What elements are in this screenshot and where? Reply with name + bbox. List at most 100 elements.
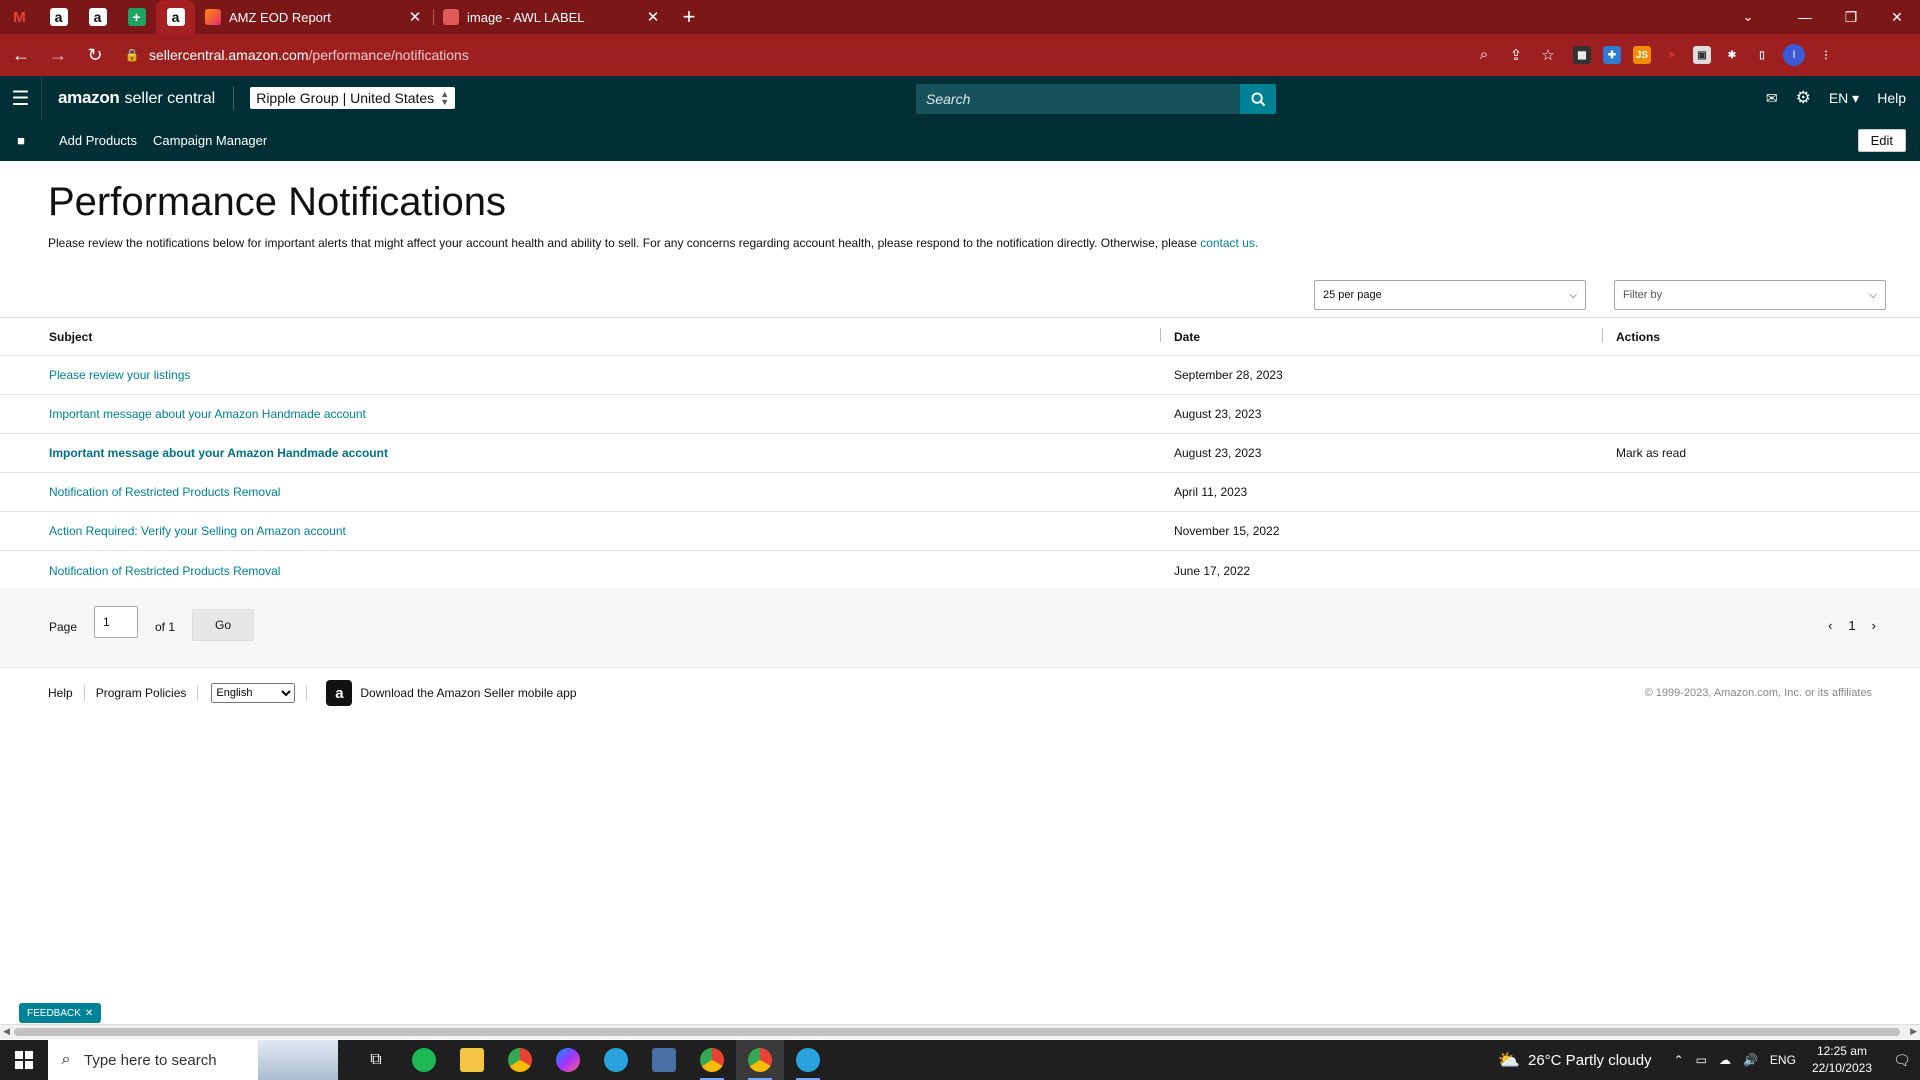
gear-icon[interactable]: ⚙ xyxy=(1796,88,1811,108)
go-button[interactable]: Go xyxy=(192,609,254,641)
zoom-icon[interactable]: ⌕ xyxy=(1475,46,1493,64)
tab-awl-label[interactable]: image - AWL LABEL ✕ xyxy=(433,0,671,34)
onedrive-icon[interactable]: ☁ xyxy=(1719,1053,1731,1067)
kebab-menu-icon[interactable]: ⋮ xyxy=(1817,46,1835,64)
seller-central-header: ☰ amazon seller central Ripple Group | U… xyxy=(0,76,1920,120)
feedback-button[interactable]: FEEDBACK ✕ xyxy=(19,1003,102,1023)
close-icon[interactable]: ✕ xyxy=(645,8,661,26)
task-view-icon[interactable]: ⧉ xyxy=(352,1040,400,1080)
file-explorer-icon[interactable] xyxy=(448,1040,496,1080)
scrollbar-thumb[interactable] xyxy=(14,1028,1900,1036)
new-tab-button[interactable]: + xyxy=(671,4,707,30)
mail-icon[interactable]: ✉ xyxy=(1766,90,1778,107)
bookmark-campaign-manager[interactable]: Campaign Manager xyxy=(153,133,267,148)
pinned-tab-amazon-active[interactable]: a xyxy=(156,0,195,34)
hamburger-menu-icon[interactable]: ☰ xyxy=(0,76,42,120)
weather-widget[interactable]: ⛅ 26°C Partly cloudy xyxy=(1498,1050,1652,1071)
amazon-app-icon[interactable]: a xyxy=(326,680,353,706)
tab-amz-eod-report[interactable]: AMZ EOD Report ✕ xyxy=(195,0,433,34)
restore-icon[interactable]: ❐ xyxy=(1828,0,1874,34)
notification-subject-link[interactable]: Notification of Restricted Products Remo… xyxy=(49,564,280,578)
bookmark-star-icon[interactable]: ☆ xyxy=(1539,46,1557,64)
program-policies-link[interactable]: Program Policies xyxy=(96,686,187,700)
spotify-icon[interactable] xyxy=(400,1040,448,1080)
scroll-right-icon[interactable]: ▶ xyxy=(1910,1026,1917,1037)
chrome-profile-icon[interactable] xyxy=(688,1040,736,1080)
column-header-subject: Subject xyxy=(49,329,93,344)
notification-date: September 28, 2023 xyxy=(1174,368,1283,382)
chevron-up-icon[interactable]: ⌃ xyxy=(1674,1053,1684,1067)
messenger-icon[interactable] xyxy=(544,1040,592,1080)
chrome-active-icon[interactable] xyxy=(736,1040,784,1080)
search-input[interactable] xyxy=(916,84,1240,114)
input-language[interactable]: ENG xyxy=(1770,1053,1796,1067)
contact-us-link[interactable]: contact us. xyxy=(1200,236,1258,250)
notification-subject-link[interactable]: Please review your listings xyxy=(49,368,190,382)
amazon-icon: a xyxy=(49,8,68,26)
close-icon[interactable]: ✕ xyxy=(407,8,423,26)
language-selector[interactable]: EN ▾ xyxy=(1829,90,1859,107)
extension-icon[interactable]: ▣ xyxy=(1693,46,1711,64)
page-number-input[interactable] xyxy=(94,606,138,638)
pinned-tab-amazon-2[interactable]: a xyxy=(78,0,117,34)
google-sheets-icon xyxy=(205,9,221,25)
account-switcher[interactable]: Ripple Group | United States ▲ ▼ xyxy=(250,87,456,109)
extension-icon[interactable]: ▦ xyxy=(1573,46,1591,64)
footer-help-link[interactable]: Help xyxy=(48,686,73,700)
notification-subject-link[interactable]: Important message about your Amazon Hand… xyxy=(49,446,388,460)
seller-central-logo[interactable]: amazon seller central xyxy=(58,88,215,108)
address-bar[interactable]: 🔒 sellercentral.amazon.com/performance/n… xyxy=(123,40,1573,70)
minimize-icon[interactable]: — xyxy=(1782,0,1828,34)
download-app-link[interactable]: Download the Amazon Seller mobile app xyxy=(360,686,576,700)
windows-start-icon[interactable] xyxy=(0,1040,48,1080)
notification-icon[interactable]: 🗨 xyxy=(1884,1052,1920,1069)
filter-dropdown[interactable]: Filter by ⌵ xyxy=(1614,280,1886,310)
extension-icon[interactable]: ✚ xyxy=(1603,46,1621,64)
horizontal-scrollbar[interactable]: ◀ ▶ xyxy=(0,1024,1920,1039)
scroll-left-icon[interactable]: ◀ xyxy=(3,1026,10,1037)
page-label: Page xyxy=(49,620,78,634)
notification-subject-link[interactable]: Important message about your Amazon Hand… xyxy=(49,407,366,421)
back-icon[interactable]: ← xyxy=(5,39,37,71)
pinned-tab-sheets[interactable]: + xyxy=(117,0,156,34)
bookmark-add-products[interactable]: Add Products xyxy=(59,133,137,148)
column-header-actions: Actions xyxy=(1602,327,1920,344)
pinned-tab-gmail[interactable]: M xyxy=(0,0,39,34)
reload-icon[interactable]: ↻ xyxy=(79,39,111,71)
extensions: ▦ ✚ JS ➤ ▣ ✱ ▯ I ⋮ xyxy=(1573,44,1847,66)
search-highlight-image xyxy=(258,1040,338,1080)
profile-avatar[interactable]: I xyxy=(1783,44,1805,66)
clock[interactable]: 12:25 am 22/10/2023 xyxy=(1812,1043,1872,1077)
extension-icon[interactable]: JS xyxy=(1633,46,1651,64)
chevron-right-icon[interactable]: › xyxy=(1872,618,1876,633)
current-page-number[interactable]: 1 xyxy=(1848,618,1855,633)
close-window-icon[interactable]: ✕ xyxy=(1874,0,1920,34)
footer-language-select[interactable]: English xyxy=(211,683,296,703)
forward-icon[interactable]: → xyxy=(42,39,74,71)
search-button[interactable] xyxy=(1240,84,1276,114)
puzzle-icon[interactable]: ✱ xyxy=(1723,46,1741,64)
edit-bookmarks-button[interactable]: Edit xyxy=(1857,129,1906,152)
telegram-icon[interactable] xyxy=(592,1040,640,1080)
chrome-icon[interactable] xyxy=(496,1040,544,1080)
per-page-dropdown[interactable]: 25 per page ⌵ xyxy=(1314,280,1586,310)
notification-subject-link[interactable]: Notification of Restricted Products Remo… xyxy=(49,485,280,499)
notification-date: April 11, 2023 xyxy=(1174,485,1248,499)
mark-as-read-link[interactable]: Mark as read xyxy=(1602,446,1920,460)
volume-icon[interactable]: 🔊 xyxy=(1743,1053,1758,1067)
share-icon[interactable]: ⇪ xyxy=(1507,46,1525,64)
telegram-badge-icon[interactable] xyxy=(784,1040,832,1080)
extension-icon[interactable]: ➤ xyxy=(1663,46,1681,64)
lock-icon[interactable]: 🔒 xyxy=(123,48,141,62)
taskbar-search[interactable]: ⌕ Type here to search xyxy=(48,1040,338,1080)
tab-search-icon[interactable]: ⌄ xyxy=(1728,0,1768,34)
bookmark-icon[interactable]: ■ xyxy=(0,133,42,148)
side-panel-icon[interactable]: ▯ xyxy=(1753,46,1771,64)
close-icon[interactable]: ✕ xyxy=(85,1008,93,1019)
pinned-tab-amazon-1[interactable]: a xyxy=(39,0,78,34)
chevron-left-icon[interactable]: ‹ xyxy=(1828,618,1832,633)
device-icon[interactable]: ▭ xyxy=(1696,1053,1707,1067)
notification-subject-link[interactable]: Action Required: Verify your Selling on … xyxy=(49,524,346,538)
calculator-icon[interactable] xyxy=(640,1040,688,1080)
help-link[interactable]: Help xyxy=(1877,90,1906,106)
